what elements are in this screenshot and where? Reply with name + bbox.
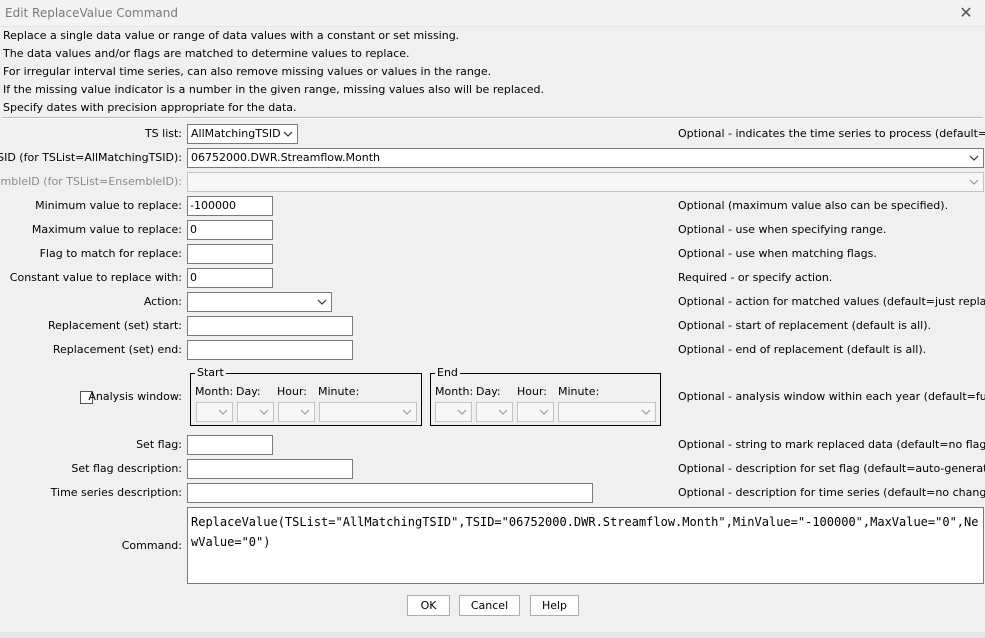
chevron-down-icon (498, 406, 508, 418)
analysis-window-end-group: End Month: Day: Hour: Minute: (430, 367, 661, 426)
set-flag-desc-label: Set flag description: (71, 462, 182, 475)
set-start-label: Replacement (set) start: (48, 319, 182, 332)
start-month-select[interactable] (196, 402, 233, 422)
start-group-title: Start (195, 366, 226, 379)
close-button[interactable]: ✕ (953, 2, 979, 24)
end-month-select[interactable] (435, 402, 472, 422)
start-month-label: Month: (195, 385, 234, 398)
ensemble-id-combo[interactable] (187, 172, 984, 192)
set-flag-input[interactable] (187, 435, 273, 455)
start-day-select[interactable] (237, 402, 274, 422)
new-value-note: Required - or specify action. (678, 271, 833, 284)
chevron-down-icon (539, 406, 549, 418)
chevron-down-icon (317, 296, 327, 308)
set-end-note: Optional - end of replacement (default i… (678, 343, 927, 356)
description-line-1: Replace a single data value or range of … (3, 29, 460, 42)
ok-button[interactable]: OK (407, 595, 450, 616)
ts-desc-label: Time series description: (50, 486, 182, 499)
ensemble-id-label: EnsembleID (for TSList=EnsembleID): (0, 175, 182, 188)
start-minute-label: Minute: (318, 385, 360, 398)
min-value-input[interactable]: -100000 (187, 196, 273, 216)
action-label: Action: (143, 295, 182, 308)
end-hour-label: Hour: (517, 385, 548, 398)
chevron-down-icon (969, 176, 979, 188)
start-minute-select[interactable] (319, 402, 417, 422)
tsid-value: 06752000.DWR.Streamflow.Month (191, 151, 380, 164)
chevron-down-icon (641, 406, 651, 418)
ts-desc-note: Optional - description for time series (… (678, 486, 985, 499)
set-flag-desc-input[interactable] (187, 459, 353, 479)
command-label: Command: (121, 539, 182, 552)
title-bar: Edit ReplaceValue Command ✕ (0, 0, 985, 27)
tsid-combo[interactable]: 06752000.DWR.Streamflow.Month (187, 148, 984, 168)
cancel-button[interactable]: Cancel (459, 595, 520, 616)
set-flag-note: Optional - string to mark replaced data … (678, 438, 985, 451)
end-group-title: End (435, 366, 460, 379)
separator (2, 117, 983, 119)
set-start-input[interactable] (187, 316, 353, 336)
set-end-label: Replacement (set) end: (52, 343, 182, 356)
set-flag-label: Set flag: (136, 438, 182, 451)
window-title: Edit ReplaceValue Command (5, 6, 178, 20)
help-button[interactable]: Help (530, 595, 579, 616)
max-value-input[interactable]: 0 (187, 220, 273, 240)
match-flag-input[interactable] (187, 244, 273, 264)
min-value-note: Optional (maximum value also can be spec… (678, 199, 949, 212)
end-month-label: Month: (435, 385, 474, 398)
start-hour-label: Hour: (277, 385, 308, 398)
description-line-4: If the missing value indicator is a numb… (3, 83, 544, 96)
set-end-input[interactable] (187, 340, 353, 360)
chevron-down-icon (402, 406, 412, 418)
ts-list-select[interactable]: AllMatchingTSID (187, 124, 298, 144)
match-flag-note: Optional - use when matching flags. (678, 247, 877, 260)
command-textarea[interactable]: ReplaceValue(TSList="AllMatchingTSID",TS… (187, 507, 984, 584)
match-flag-label: Flag to match for replace: (39, 247, 182, 260)
end-day-select[interactable] (476, 402, 513, 422)
ts-list-value: AllMatchingTSID (191, 127, 281, 140)
set-start-note: Optional - start of replacement (default… (678, 319, 932, 332)
chevron-down-icon (283, 128, 293, 140)
description-line-3: For irregular interval time series, can … (3, 65, 492, 78)
max-value-label: Maximum value to replace: (31, 223, 182, 236)
chevron-down-icon (300, 406, 310, 418)
close-icon: ✕ (959, 3, 973, 22)
new-value-input[interactable]: 0 (187, 268, 273, 288)
tsid-label: TSID (for TSList=AllMatchingTSID): (0, 151, 182, 164)
chevron-down-icon (259, 406, 269, 418)
ts-desc-input[interactable] (187, 483, 593, 503)
ts-list-label: TS list: (144, 127, 182, 140)
new-value-label: Constant value to replace with: (9, 271, 182, 284)
min-value-label: Minimum value to replace: (35, 199, 182, 212)
action-note: Optional - action for matched values (de… (678, 295, 985, 308)
end-minute-label: Minute: (558, 385, 600, 398)
chevron-down-icon (969, 152, 979, 164)
chevron-down-icon (218, 406, 228, 418)
bottom-edge (0, 632, 985, 638)
analysis-window-label: Analysis window: (88, 390, 182, 403)
description-line-2: The data values and/or flags are matched… (3, 47, 410, 60)
end-hour-select[interactable] (517, 402, 554, 422)
max-value-note: Optional - use when specifying range. (678, 223, 887, 236)
analysis-window-start-group: Start Month: Day: Hour: Minute: (190, 367, 422, 426)
end-day-label: Day: (476, 385, 501, 398)
analysis-window-note: Optional - analysis window within each y… (678, 390, 985, 403)
action-select[interactable] (187, 292, 332, 312)
chevron-down-icon (457, 406, 467, 418)
dialog-body: Replace a single data value or range of … (0, 27, 985, 632)
set-flag-desc-note: Optional - description for set flag (def… (678, 462, 985, 475)
start-hour-select[interactable] (278, 402, 315, 422)
description-line-5: Specify dates with precision appropriate… (3, 101, 297, 114)
ts-list-note: Optional - indicates the time series to … (678, 127, 985, 140)
end-minute-select[interactable] (558, 402, 656, 422)
start-day-label: Day: (236, 385, 261, 398)
